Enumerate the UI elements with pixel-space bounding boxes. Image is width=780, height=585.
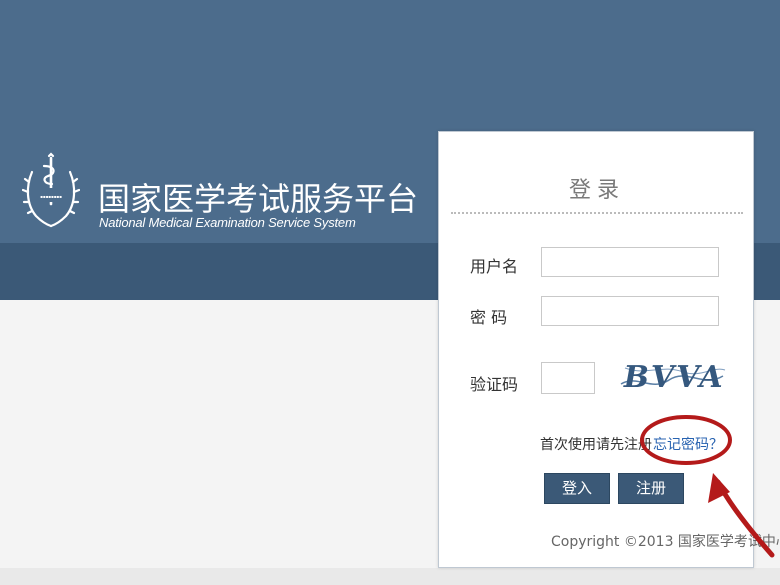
password-input[interactable] [541,296,719,326]
login-button[interactable]: 登入 [544,473,610,504]
username-label: 用户名 [470,257,519,276]
username-input[interactable] [541,247,719,277]
captcha-text: BVVA [620,360,727,395]
login-title: 登录 [568,178,625,203]
caduceus-emblem-icon: ▪▪▪▪▪▪▪▪ [22,152,80,228]
site-subtitle: National Medical Examination Service Sys… [99,215,356,230]
site-title: 国家医学考试服务平台 [98,180,419,218]
forgot-password-link[interactable]: 忘记密码？ [653,434,723,454]
copyright-text: Copyright ©2013 国家医学考试中心 [551,534,780,550]
page-footer [0,568,780,585]
login-divider [451,212,743,214]
first-time-hint: 首次使用请先注册 [540,437,652,453]
captcha-image[interactable]: BVVA [617,354,727,398]
captcha-input[interactable] [541,362,595,394]
register-button[interactable]: 注册 [618,473,684,504]
svg-text:▪▪▪▪▪▪▪▪: ▪▪▪▪▪▪▪▪ [40,194,62,199]
password-label: 密 码 [470,308,508,327]
page: ▪▪▪▪▪▪▪▪ 国家医学考试服务平台 National Medical Exa… [0,0,780,585]
login-panel: 登录 用户名 密 码 验证码 BVVA 首次使用请先注册 忘记密码？ 登入 注册… [438,131,780,568]
captcha-label: 验证码 [470,375,519,394]
